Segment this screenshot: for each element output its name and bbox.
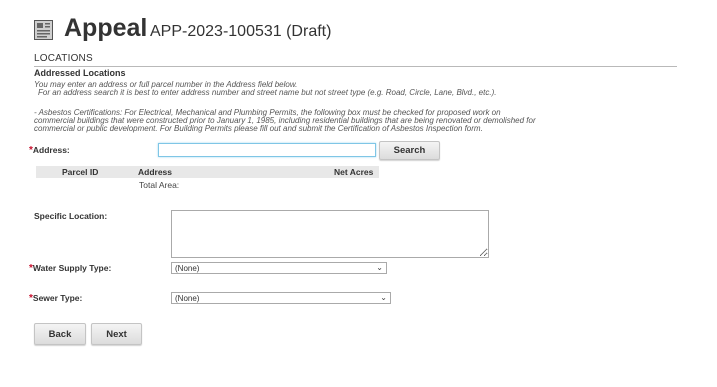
water-supply-label: *Water Supply Type:: [29, 263, 112, 274]
document-icon: [34, 20, 53, 40]
parcel-id-column-header: Parcel ID: [62, 167, 99, 177]
specific-location-textarea[interactable]: [171, 210, 489, 258]
specific-location-label: Specific Location:: [34, 211, 108, 221]
back-button[interactable]: Back: [34, 323, 86, 345]
net-acres-column-header: Net Acres: [334, 167, 374, 177]
sewer-type-label: *Sewer Type:: [29, 293, 83, 304]
chevron-down-icon: ⌄: [376, 263, 383, 272]
sewer-type-value: (None): [175, 293, 200, 303]
section-label: LOCATIONS: [34, 53, 93, 64]
water-supply-select[interactable]: (None) ⌄: [171, 262, 387, 274]
next-button[interactable]: Next: [91, 323, 142, 345]
application-id: APP-2023-100531 (Draft): [150, 23, 332, 40]
address-search-tip: For an address search it is best to ente…: [38, 88, 497, 97]
section-subheading: Addressed Locations: [34, 68, 126, 78]
asbestos-notice-line: commercial or public development. For Bu…: [34, 124, 483, 133]
water-supply-value: (None): [175, 263, 200, 273]
chevron-down-icon: ⌄: [380, 293, 387, 302]
total-area-label: Total Area:: [139, 180, 180, 190]
address-label: *Address:: [29, 145, 70, 156]
address-input[interactable]: [158, 143, 376, 157]
page-title: Appeal: [64, 14, 148, 42]
address-column-header: Address: [138, 167, 173, 177]
section-divider: [34, 66, 677, 67]
search-button[interactable]: Search: [379, 141, 440, 160]
sewer-type-select[interactable]: (None) ⌄: [171, 292, 391, 304]
